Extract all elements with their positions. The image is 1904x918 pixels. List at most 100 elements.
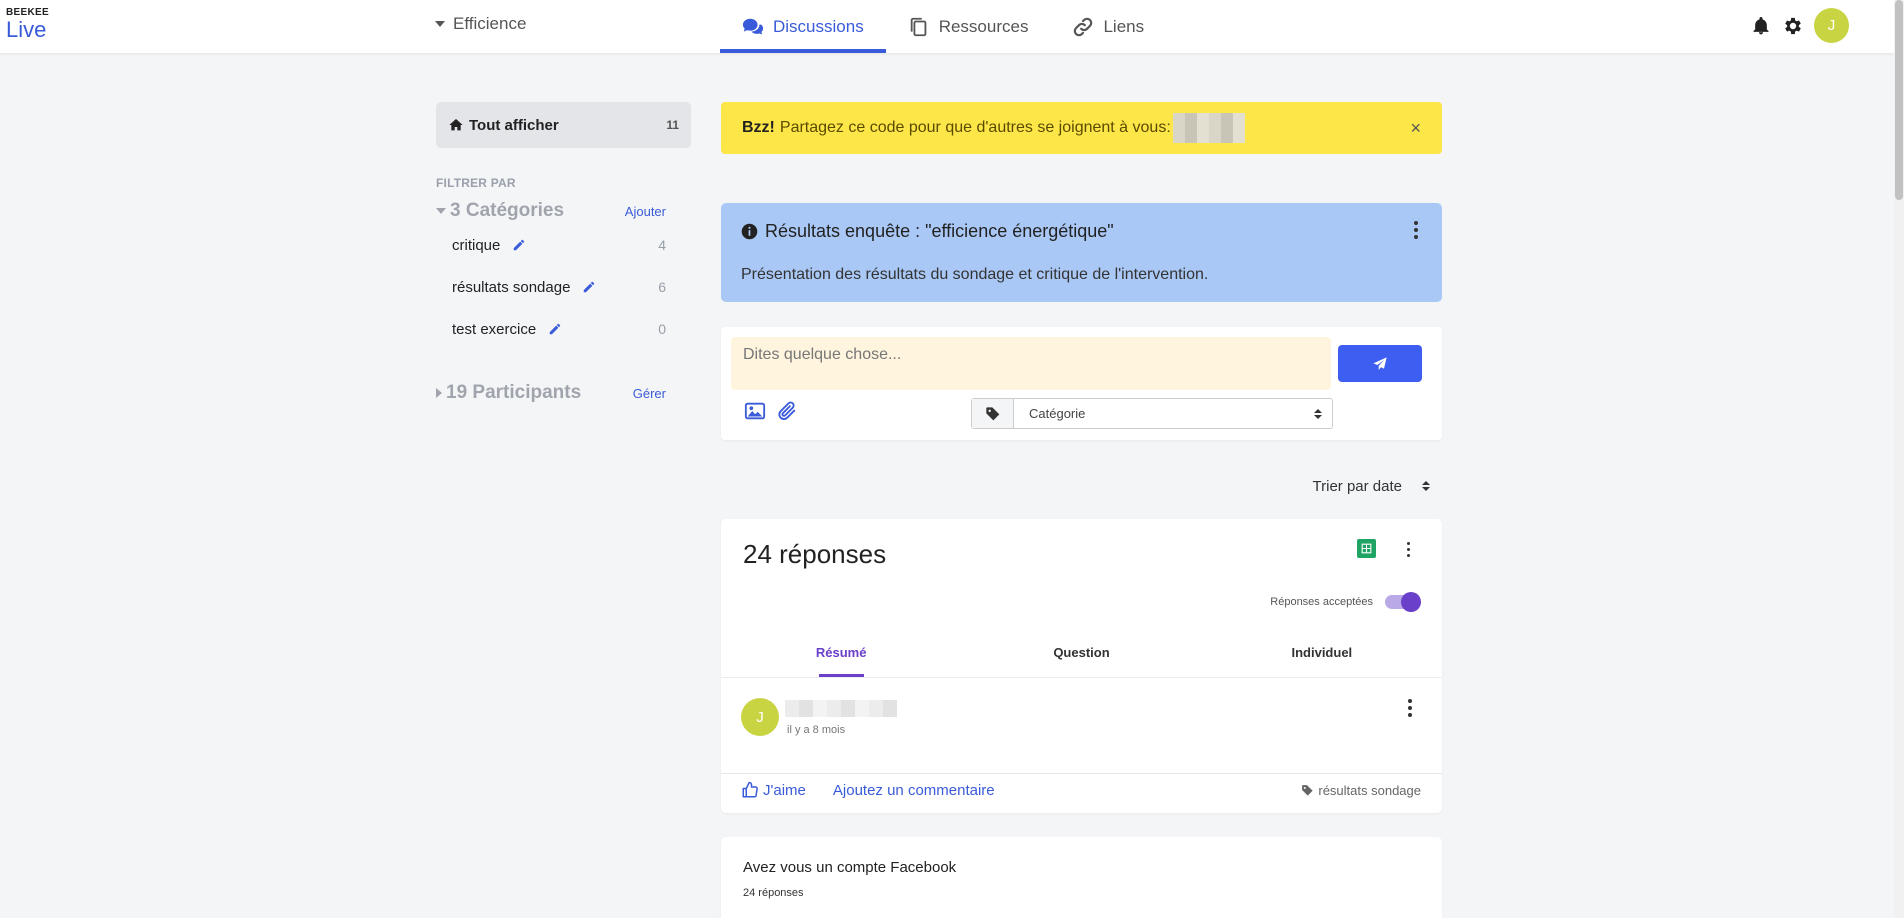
category-list: critique 4 résultats sondage 6 test exer… [436,224,691,350]
tab-liens[interactable]: Liens [1050,0,1166,53]
poll-results-card: 24 réponses Réponses acceptées Résumé Qu… [721,519,1442,677]
like-button[interactable]: J'aime [741,781,806,799]
more-options-icon[interactable] [1400,698,1420,718]
gear-icon[interactable] [1782,15,1804,37]
category-label: test exercice [452,320,537,338]
category-count: 0 [658,321,666,337]
like-label: J'aime [763,781,806,799]
invite-code-redacted [1172,113,1245,143]
comments-icon [742,18,764,34]
category-count: 4 [658,237,666,253]
image-icon[interactable] [744,400,766,422]
home-icon [449,119,463,131]
question-title: Avez vous un compte Facebook [743,859,957,876]
caret-right-icon [436,388,442,398]
pencil-icon[interactable] [548,322,562,336]
tag-icon [972,399,1014,428]
filter-by-heading: FILTRER PAR [436,176,516,190]
accept-responses-row: Réponses acceptées [1270,592,1421,612]
category-label: critique [452,236,501,254]
tab-ressources-label: Ressources [938,16,1029,36]
link-icon [1074,17,1093,36]
sort-label: Trier par date [1312,477,1402,495]
info-card-title-row: Résultats enquête : "efficience énergéti… [741,221,1422,242]
categories-title: 3 Catégories [450,200,565,221]
categories-toggle[interactable]: 3 Catégories [436,200,564,222]
accept-responses-toggle[interactable] [1385,592,1421,612]
tab-discussions-label: Discussions [773,16,864,36]
tab-question[interactable]: Question [961,645,1201,677]
tag-icon [1302,785,1314,796]
info-circle-icon [741,223,758,240]
chevron-down-icon [435,21,445,27]
category-item-resultats-sondage[interactable]: résultats sondage 6 [436,266,691,308]
add-comment-link[interactable]: Ajoutez un commentaire [833,782,995,799]
info-card-description: Présentation des résultats du sondage et… [741,266,1209,283]
show-all-label: Tout afficher [469,116,559,134]
post-timestamp: il y a 8 mois [787,724,846,736]
page-scrollbar[interactable] [1894,0,1904,918]
caret-down-icon [436,208,446,214]
pencil-icon[interactable] [512,238,526,252]
show-all-button[interactable]: Tout afficher 11 [436,102,691,148]
manage-participants-link[interactable]: Gérer [633,386,691,401]
divider [721,773,1442,774]
tab-resume[interactable]: Résumé [721,645,961,677]
pinned-info-card: Résultats enquête : "efficience énergéti… [721,203,1442,302]
author-name-redacted [785,700,897,717]
tab-ressources[interactable]: Ressources [886,0,1051,53]
sidebar: Tout afficher 11 FILTRER PAR 3 Catégorie… [436,102,691,404]
more-options-icon[interactable] [1398,539,1418,559]
participants-toggle[interactable]: 19 Participants [436,382,581,404]
poll-tabs: Résumé Question Individuel [721,645,1442,677]
poll-responses-title: 24 réponses [743,539,887,569]
question-response-count: 24 réponses [743,887,804,899]
add-category-link[interactable]: Ajouter [625,204,691,219]
tab-discussions[interactable]: Discussions [720,0,886,53]
thumbs-up-icon [742,781,758,798]
logo[interactable]: BEEKEE Live [6,8,49,41]
sort-select[interactable]: Trier par date [721,475,1442,497]
participants-header: 19 Participants Gérer [436,382,691,404]
pencil-icon[interactable] [582,280,596,294]
group-selector[interactable]: Efficience [435,14,526,34]
info-card-title: Résultats enquête : "efficience énergéti… [765,221,1114,241]
more-options-icon[interactable] [1406,220,1426,240]
close-icon[interactable]: × [1410,118,1421,139]
invite-code-banner: Bzz! Partagez ce code pour que d'autres … [721,102,1442,154]
copy-icon [910,17,927,36]
post-card: J il y a 8 mois J'aime Ajoutez un commen… [721,678,1442,813]
categories-header: 3 Catégories Ajouter [436,200,691,222]
group-name: Efficience [453,14,527,33]
main-nav: Discussions Ressources Liens [720,0,1166,53]
send-button[interactable] [1338,345,1422,382]
author-avatar[interactable]: J [741,698,779,736]
post-category-tag[interactable]: résultats sondage [1301,783,1421,798]
composer-tools [744,400,798,422]
post-actions: J'aime Ajoutez un commentaire [741,781,995,799]
category-select[interactable]: Catégorie [971,398,1333,429]
select-arrows-icon [1314,408,1322,419]
tab-individuel[interactable]: Individuel [1202,645,1442,677]
bell-icon[interactable] [1750,15,1772,37]
spreadsheet-icon[interactable] [1357,539,1376,558]
category-label: résultats sondage [452,278,571,296]
scrollbar-thumb[interactable] [1895,0,1903,200]
top-bar: BEEKEE Live Efficience Discussions Resso… [0,0,1894,53]
message-input[interactable] [731,337,1331,390]
category-item-test-exercice[interactable]: test exercice 0 [436,308,691,350]
select-arrows-icon [1422,481,1430,491]
banner-strong: Bzz! [742,119,775,136]
top-icons: J [1750,8,1849,43]
logo-big-text: Live [6,17,47,42]
accept-responses-label: Réponses acceptées [1270,596,1373,608]
post-composer: Catégorie [721,327,1442,440]
post-tag-label: résultats sondage [1318,783,1421,798]
paperclip-icon[interactable] [776,400,798,422]
category-item-critique[interactable]: critique 4 [436,224,691,266]
banner-text: Partagez ce code pour que d'autres se jo… [779,119,1171,136]
main-feed: Bzz! Partagez ce code pour que d'autres … [721,102,1442,918]
user-avatar[interactable]: J [1814,8,1849,43]
category-count: 6 [658,279,666,295]
tab-liens-label: Liens [1103,16,1145,36]
